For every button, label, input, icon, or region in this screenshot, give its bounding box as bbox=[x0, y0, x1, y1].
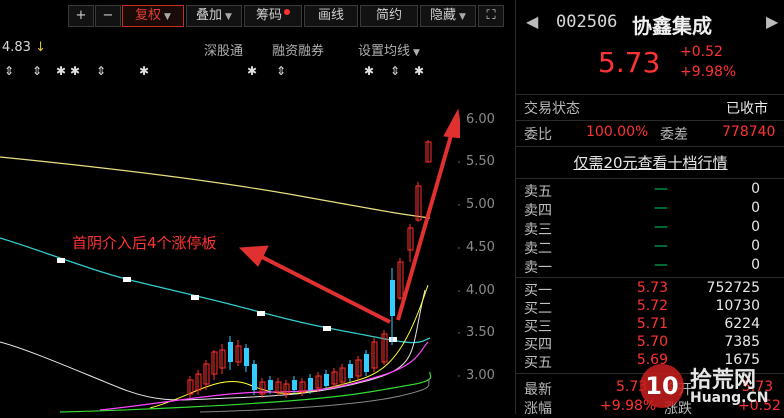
ask-volume: 0 bbox=[751, 257, 760, 273]
ask-volume: 0 bbox=[751, 219, 760, 235]
ma-line-cyan bbox=[0, 237, 431, 344]
ask-volume: 0 bbox=[751, 200, 760, 216]
ma-marker bbox=[57, 258, 65, 263]
watermark-number: 10 bbox=[645, 372, 679, 400]
bid-label: 买三 bbox=[524, 319, 552, 335]
change-pct-label: 涨幅 bbox=[524, 401, 552, 417]
bid-label: 买一 bbox=[524, 283, 552, 299]
site-watermark-logo: 10 拾荒网 Huang.CN bbox=[640, 362, 780, 410]
y-axis-tick: 3.00 bbox=[466, 368, 495, 383]
ask-price: — bbox=[654, 238, 668, 254]
ask-price: — bbox=[654, 200, 668, 216]
bid-price: 5.72 bbox=[636, 298, 668, 314]
latest-label: 最新 bbox=[524, 382, 552, 398]
bid-volume: 6224 bbox=[724, 316, 760, 332]
ma-marker bbox=[257, 311, 265, 316]
y-axis-tick: 5.00 bbox=[466, 197, 495, 212]
prev-stock-icon[interactable]: ◀ bbox=[526, 12, 538, 31]
ma-marker bbox=[323, 326, 331, 331]
price-change: +0.52 bbox=[680, 44, 723, 60]
ask-label: 卖一 bbox=[524, 260, 552, 276]
chart-annotation: 首阴介入后4个涨停板 bbox=[72, 234, 217, 252]
fullscreen-button[interactable]: ⛶ bbox=[478, 5, 504, 27]
ma-line-long bbox=[0, 156, 431, 219]
stock-code: 002506 bbox=[556, 12, 618, 32]
level10-promo-link[interactable]: 仅需20元查看十档行情 bbox=[516, 152, 784, 174]
price-block: 5.73 +0.52 +9.98% bbox=[516, 44, 784, 84]
order-ratio-value: 100.00% bbox=[586, 124, 649, 140]
ma-line-gray bbox=[199, 377, 431, 413]
trade-status-label: 交易状态 bbox=[524, 101, 580, 117]
watermark-badge: 10 bbox=[640, 364, 684, 408]
promo-text: 仅需20元查看十档行情 bbox=[573, 154, 728, 172]
ask-volume: 0 bbox=[751, 181, 760, 197]
ask-price: — bbox=[654, 181, 668, 197]
ma-marker bbox=[389, 337, 397, 342]
ma-marker bbox=[123, 277, 131, 282]
quote-panel: ◀ 002506 协鑫集成 ▶ 5.73 +0.52 +9.98% 交易状态 已… bbox=[515, 0, 784, 417]
ask-price: — bbox=[654, 219, 668, 235]
bid-price: 5.73 bbox=[636, 280, 668, 296]
kline-chart-panel[interactable]: + − 复权 ▼ 叠加 ▼ 筹码 画线 简约 隐藏 ▼ ⛶ 4.83 ↓ 深股通 融资… bbox=[0, 0, 510, 414]
y-axis-tick: 5.50 bbox=[466, 154, 495, 169]
ask-label: 卖四 bbox=[524, 203, 552, 219]
candles bbox=[187, 140, 432, 398]
expand-icon: ⛶ bbox=[486, 8, 496, 23]
order-diff-value: 778740 bbox=[722, 124, 776, 140]
trade-status-value: 已收市 bbox=[726, 101, 768, 117]
order-ratio-row: 委比 100.00% 委差 778740 bbox=[516, 124, 784, 144]
stock-header: ◀ 002506 协鑫集成 ▶ bbox=[516, 10, 784, 38]
bid-volume: 10730 bbox=[715, 298, 760, 314]
watermark-domain: Huang.CN bbox=[690, 390, 769, 406]
ask-price: — bbox=[654, 257, 668, 273]
chevron-down-icon: ▼ bbox=[459, 12, 466, 22]
price-change-pct: +9.98% bbox=[680, 64, 737, 80]
next-stock-icon[interactable]: ▶ bbox=[766, 12, 778, 31]
ask-volume: 0 bbox=[751, 238, 760, 254]
current-price: 5.73 bbox=[598, 46, 661, 79]
bid-price: 5.71 bbox=[636, 316, 668, 332]
ask-label: 卖五 bbox=[524, 184, 552, 200]
candlestick-plot bbox=[0, 108, 460, 413]
stock-name: 协鑫集成 bbox=[632, 14, 712, 38]
bid-volume: 752725 bbox=[706, 280, 760, 296]
bid-label: 买五 bbox=[524, 355, 552, 371]
ma-marker bbox=[191, 295, 199, 300]
ask-label: 卖二 bbox=[524, 241, 552, 257]
order-ratio-label: 委比 bbox=[524, 127, 552, 143]
bid-label: 买二 bbox=[524, 301, 552, 317]
y-axis-tick: 3.50 bbox=[466, 325, 495, 340]
bid-price: 5.70 bbox=[636, 334, 668, 350]
y-axis-tick: 6.00 bbox=[466, 112, 495, 127]
bid-volume: 7385 bbox=[724, 334, 760, 350]
bid-label: 买四 bbox=[524, 337, 552, 353]
order-diff-label: 委差 bbox=[660, 127, 688, 143]
ask-label: 卖三 bbox=[524, 222, 552, 238]
y-axis-tick: 4.00 bbox=[466, 283, 495, 298]
y-axis-tick: 4.50 bbox=[466, 240, 495, 255]
trade-status-row: 交易状态 已收市 bbox=[516, 98, 784, 118]
